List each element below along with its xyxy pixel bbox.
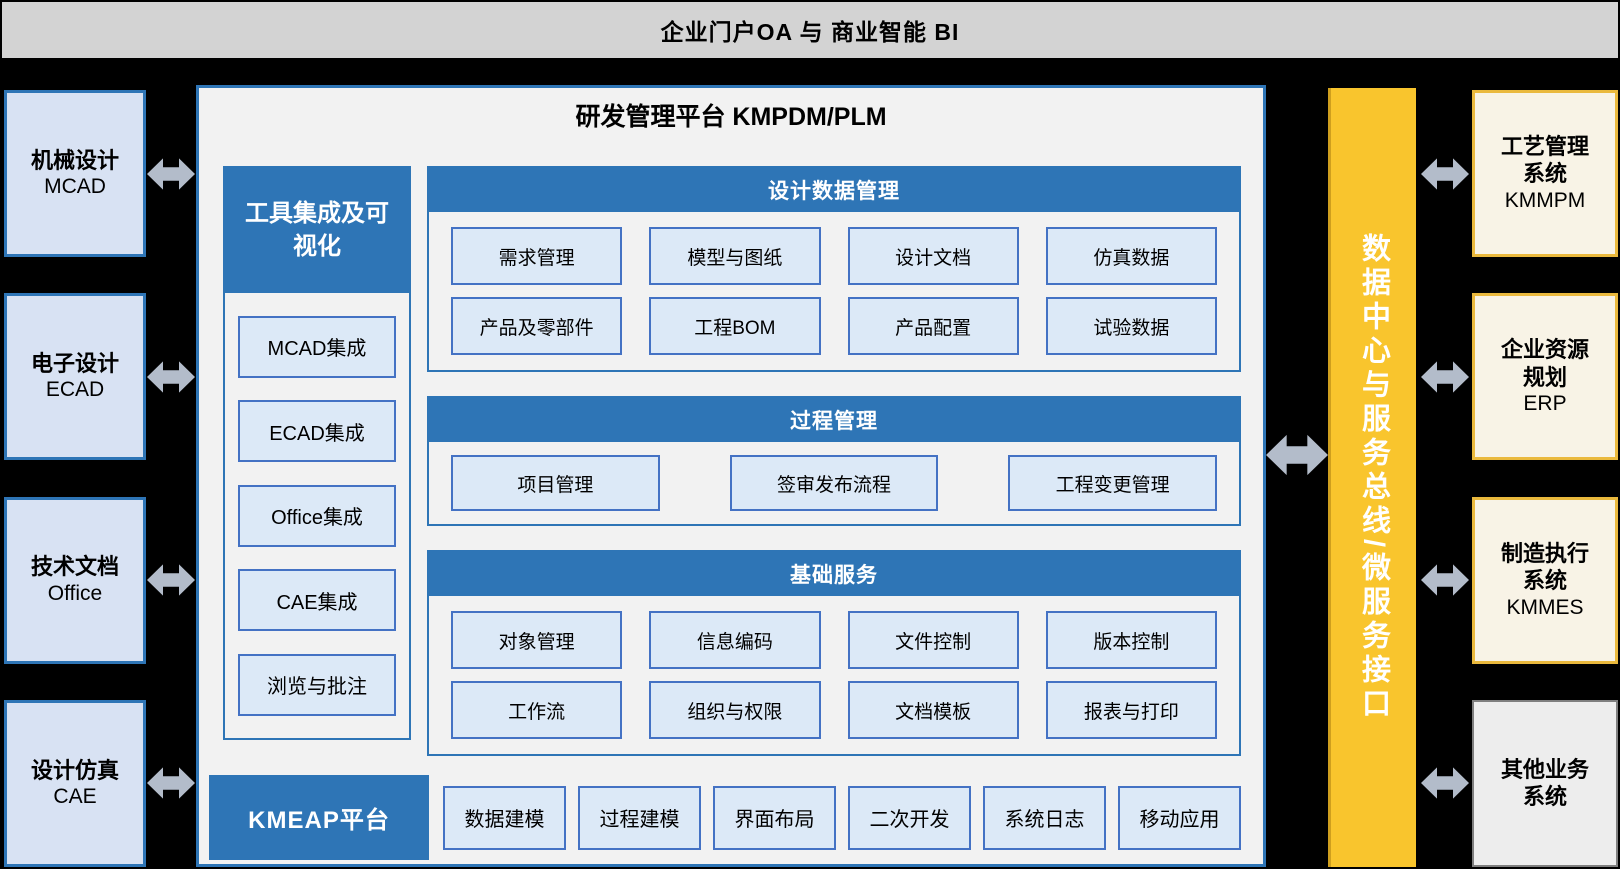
left-system-box: 机械设计MCAD <box>4 90 146 257</box>
bidirectional-arrow-icon <box>1418 756 1472 810</box>
section: 过程管理项目管理 签审发布流程 工程变更管理 <box>427 396 1241 526</box>
left-system-row: 电子设计ECAD <box>4 293 196 460</box>
system-name-zh: 企业资源 <box>1501 336 1589 364</box>
section-item: 试验数据 <box>1046 297 1217 355</box>
tool-item: ECAD集成 <box>238 400 396 462</box>
section-item: 仿真数据 <box>1046 227 1217 285</box>
system-name-en: CAE <box>53 784 96 810</box>
top-banner-title: 企业门户OA 与 商业智能 BI <box>661 13 960 47</box>
section-item: 需求管理 <box>451 227 622 285</box>
bidirectional-arrow-icon <box>1418 147 1472 201</box>
left-system-box: 设计仿真CAE <box>4 700 146 867</box>
system-name-zh: 制造执行 <box>1501 540 1589 568</box>
kmeap-item: 过程建模 <box>578 786 701 850</box>
left-system-box: 电子设计ECAD <box>4 293 146 460</box>
bidirectional-arrow-icon <box>146 350 196 404</box>
system-name-en: KMMES <box>1506 595 1583 621</box>
kmeap-item: 移动应用 <box>1118 786 1241 850</box>
section-title: 设计数据管理 <box>429 168 1239 212</box>
tool-item: CAE集成 <box>238 569 396 631</box>
right-system-row: 其他业务系统 <box>1418 700 1618 867</box>
section-item: 产品配置 <box>848 297 1019 355</box>
system-name-zh: 系统 <box>1523 783 1567 811</box>
section-item: 签审发布流程 <box>730 455 939 511</box>
bidirectional-arrow-icon <box>146 147 196 201</box>
kmeap-item: 系统日志 <box>983 786 1106 850</box>
bidirectional-arrow-icon <box>1418 350 1472 404</box>
bidirectional-arrow-icon <box>1266 419 1328 491</box>
section: 设计数据管理需求管理模型与图纸设计文档仿真数据产品及零部件工程BOM 产品配置试验… <box>427 166 1241 372</box>
section-item: 组织与权限 <box>649 681 820 739</box>
system-name-zh: 电子设计 <box>31 350 119 378</box>
system-name-en: KMMPM <box>1505 188 1586 214</box>
section-item: 文档模板 <box>848 681 1019 739</box>
section-items: 对象管理信息编码文件控制版本控制工作流组织与权限文档模板报表与打印 <box>429 596 1239 754</box>
right-system-box: 制造执行系统KMMES <box>1472 497 1618 664</box>
section-item: 设计文档 <box>848 227 1019 285</box>
right-system-row: 制造执行系统KMMES <box>1418 497 1618 664</box>
system-name-zh: 机械设计 <box>31 147 119 175</box>
service-bus-bar: 数据中心与服务总线/微服务接口 <box>1328 88 1416 867</box>
section-item: 信息编码 <box>649 611 820 669</box>
system-name-zh: 系统 <box>1523 160 1567 188</box>
architecture-diagram: { "banner": { "title": "企业门户OA 与 商业智能 BI… <box>0 0 1620 869</box>
system-name-zh: 工艺管理 <box>1501 133 1589 161</box>
bidirectional-arrow-icon <box>146 553 196 607</box>
section-items: 项目管理 签审发布流程 工程变更管理 <box>429 442 1239 524</box>
system-name-zh: 设计仿真 <box>31 757 119 785</box>
section-item: 模型与图纸 <box>649 227 820 285</box>
section-item: 版本控制 <box>1046 611 1217 669</box>
section-item: 对象管理 <box>451 611 622 669</box>
left-system-box: 技术文档Office <box>4 497 146 664</box>
section-item: 报表与打印 <box>1046 681 1217 739</box>
section-item: 产品及零部件 <box>451 297 622 355</box>
tool-item: Office集成 <box>238 485 396 547</box>
system-name-zh: 技术文档 <box>31 553 119 581</box>
left-systems: 机械设计MCAD 电子设计ECAD 技术文档Office 设计仿真CAE <box>4 90 196 867</box>
section: 基础服务对象管理信息编码文件控制版本控制工作流组织与权限文档模板报表与打印 <box>427 550 1241 756</box>
system-name-en: Office <box>48 581 102 607</box>
kmeap-item: 界面布局 <box>713 786 836 850</box>
system-name-en: ECAD <box>46 377 104 403</box>
system-name-en: ERP <box>1523 391 1566 417</box>
system-name-zh: 其他业务 <box>1501 756 1589 784</box>
top-banner: 企业门户OA 与 商业智能 BI <box>0 0 1620 60</box>
tools-body: MCAD集成 ECAD集成 Office集成 CAE集成浏览与批注 <box>225 293 409 738</box>
right-system-box: 企业资源规划ERP <box>1472 293 1618 460</box>
right-system-row: 企业资源规划ERP <box>1418 293 1618 460</box>
kmeap-item: 二次开发 <box>848 786 971 850</box>
right-system-row: 工艺管理系统KMMPM <box>1418 90 1618 257</box>
section-item: 文件控制 <box>848 611 1019 669</box>
system-name-zh: 系统 <box>1523 567 1567 595</box>
kmeap-platform-label: KMEAP平台 <box>209 775 429 860</box>
section-items: 需求管理模型与图纸设计文档仿真数据产品及零部件工程BOM 产品配置试验数据 <box>429 212 1239 370</box>
tools-panel-title: 工具集成及可视化 <box>225 168 409 293</box>
tools-integration-panel: 工具集成及可视化 MCAD集成 ECAD集成 Office集成 CAE集成浏览与批注 <box>223 166 411 740</box>
service-bus-label: 数据中心与服务总线/微服务接口 <box>1353 233 1395 722</box>
kmeap-row: KMEAP平台 数据建模过程建模界面布局二次开发系统日志移动应用 <box>209 775 1241 860</box>
right-systems: 工艺管理系统KMMPM企业资源规划ERP制造执行系统KMMES其他业务系统 <box>1418 90 1618 867</box>
tool-item: 浏览与批注 <box>238 654 396 716</box>
plm-platform-panel: 研发管理平台 KMPDM/PLM 工具集成及可视化 MCAD集成 ECAD集成 Of… <box>196 85 1266 867</box>
right-system-box: 工艺管理系统KMMPM <box>1472 90 1618 257</box>
kmeap-item: 数据建模 <box>443 786 566 850</box>
kmeap-items: 数据建模过程建模界面布局二次开发系统日志移动应用 <box>429 786 1241 850</box>
section-item: 工程变更管理 <box>1008 455 1217 511</box>
section-item: 项目管理 <box>451 455 660 511</box>
left-system-row: 机械设计MCAD <box>4 90 196 257</box>
tool-item: MCAD集成 <box>238 316 396 378</box>
left-system-row: 技术文档Office <box>4 497 196 664</box>
section-item: 工程BOM <box>649 297 820 355</box>
right-system-box: 其他业务系统 <box>1472 700 1618 867</box>
section-item: 工作流 <box>451 681 622 739</box>
section-title: 基础服务 <box>429 552 1239 596</box>
bidirectional-arrow-icon <box>1418 553 1472 607</box>
left-system-row: 设计仿真CAE <box>4 700 196 867</box>
system-name-en: MCAD <box>44 174 106 200</box>
sections: 设计数据管理需求管理模型与图纸设计文档仿真数据产品及零部件工程BOM 产品配置试验… <box>427 166 1241 780</box>
section-title: 过程管理 <box>429 398 1239 442</box>
platform-title: 研发管理平台 KMPDM/PLM <box>199 97 1263 133</box>
system-name-zh: 规划 <box>1523 364 1567 392</box>
bidirectional-arrow-icon <box>146 756 196 810</box>
